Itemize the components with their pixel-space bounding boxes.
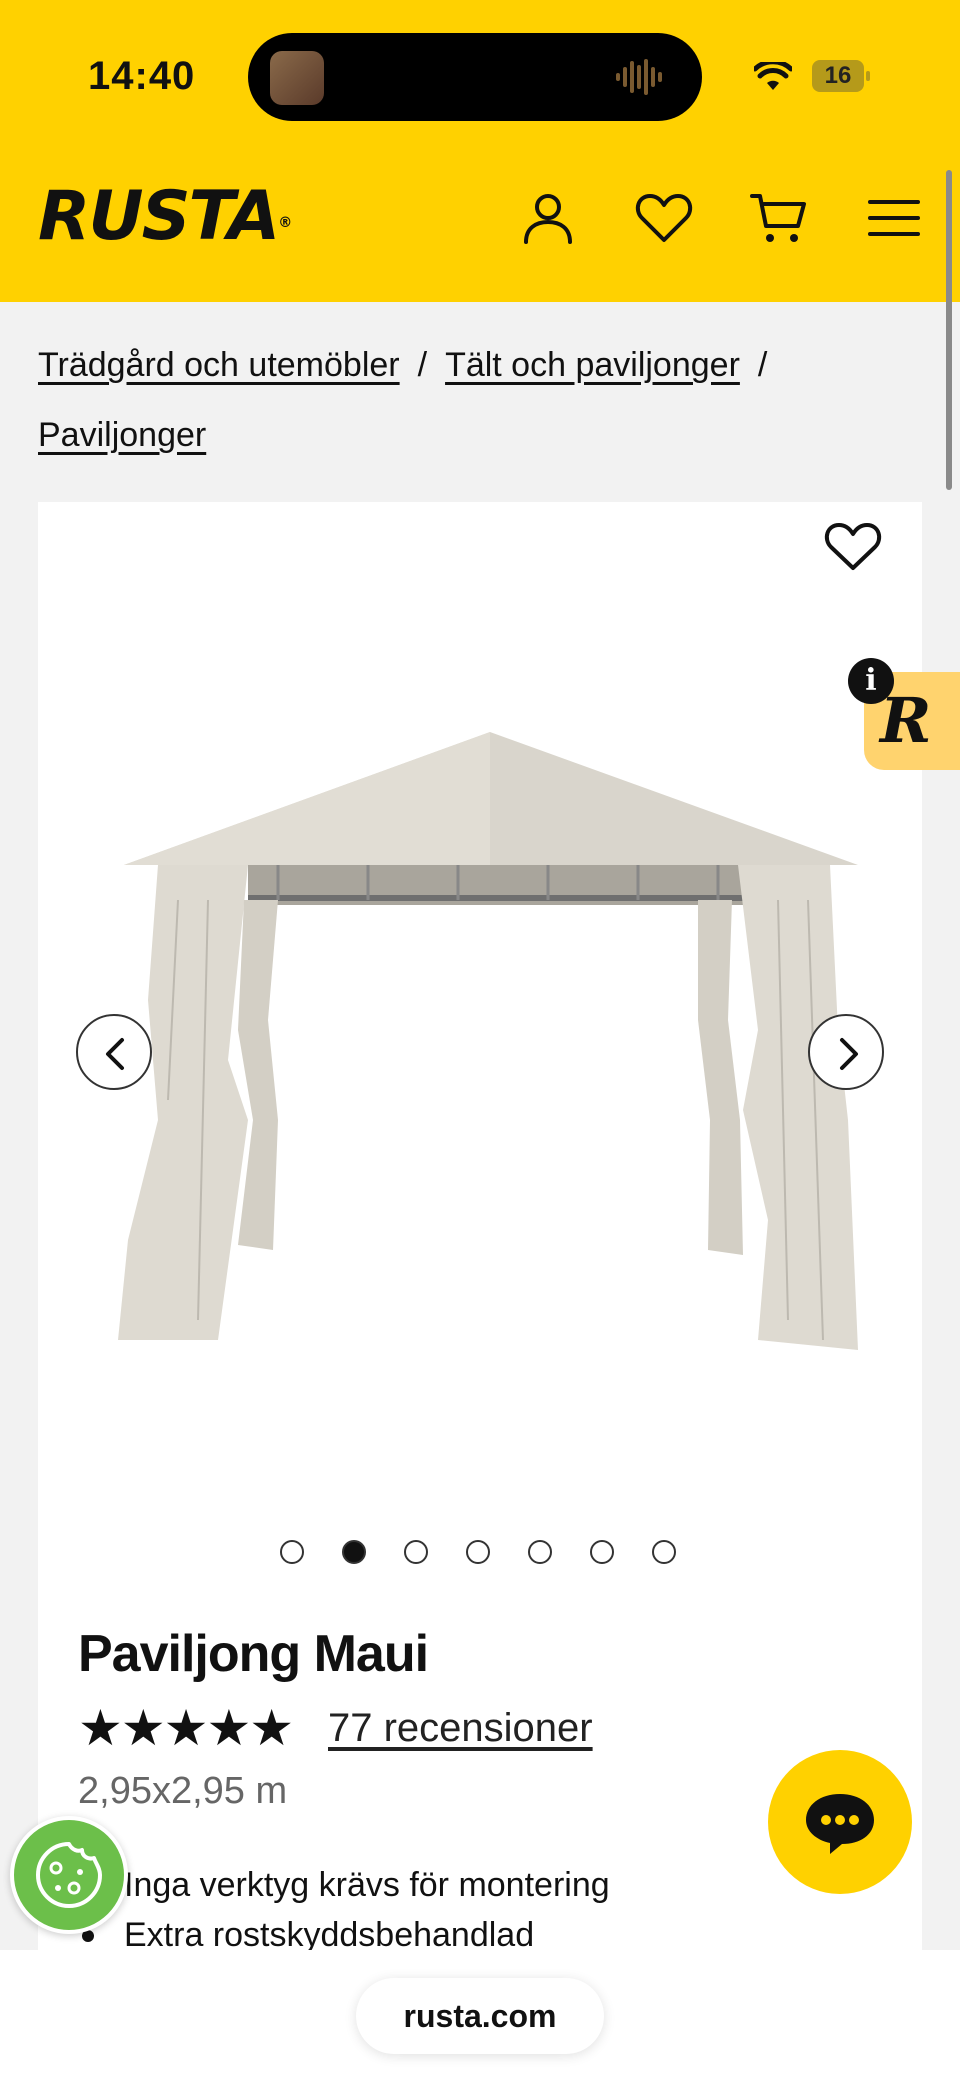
product-title: Paviljong Maui xyxy=(78,1625,429,1683)
cart-icon[interactable] xyxy=(748,188,808,248)
cookie-settings-button[interactable] xyxy=(10,1816,128,1934)
chevron-right-icon xyxy=(840,1038,858,1070)
heart-icon[interactable] xyxy=(634,188,694,248)
page-scrollbar[interactable] xyxy=(946,170,952,490)
dynamic-island xyxy=(248,33,702,121)
gallery-dot-active[interactable] xyxy=(342,1540,366,1564)
breadcrumb-tradgard[interactable]: Trädgård och utemöbler xyxy=(38,346,400,384)
gallery-dot[interactable] xyxy=(590,1540,614,1564)
rating-stars: ★★★★★ xyxy=(78,1700,294,1756)
feature-item: Inga verktyg krävs för montering xyxy=(78,1860,610,1910)
add-to-wishlist-heart-icon[interactable] xyxy=(824,520,882,572)
gallery-prev-button[interactable] xyxy=(76,1014,152,1090)
user-icon[interactable] xyxy=(518,188,578,248)
wifi-icon xyxy=(754,62,792,90)
logo-registered-mark: ® xyxy=(278,215,292,231)
product-size: 2,95x2,95 m xyxy=(78,1770,288,1812)
gallery-dot[interactable] xyxy=(528,1540,552,1564)
info-icon[interactable]: i xyxy=(848,658,894,704)
breadcrumb: Trädgård och utemöbler / Tält och paviljon… xyxy=(38,330,918,470)
header: 14:40 16 RUSTA® xyxy=(0,0,960,302)
gallery-pagination xyxy=(280,1540,676,1564)
reviews-link[interactable]: 77 recensioner xyxy=(328,1700,593,1756)
status-time: 14:40 xyxy=(88,54,196,98)
cookie-icon xyxy=(36,1842,102,1908)
product-image-gazebo[interactable] xyxy=(78,700,878,1380)
menu-icon[interactable] xyxy=(864,188,924,248)
breadcrumb-separator: / xyxy=(417,346,428,384)
gallery-dot[interactable] xyxy=(404,1540,428,1564)
gallery-dot[interactable] xyxy=(466,1540,490,1564)
gallery-dot[interactable] xyxy=(652,1540,676,1564)
battery-indicator: 16 xyxy=(812,60,870,92)
rusta-logo[interactable]: RUSTA® xyxy=(38,182,292,252)
now-playing-thumbnail xyxy=(270,51,324,105)
browser-url-pill[interactable]: rusta.com xyxy=(356,1978,604,2054)
gallery-dot[interactable] xyxy=(280,1540,304,1564)
product-features: Inga verktyg krävs för montering Extra r… xyxy=(78,1860,610,1960)
audio-wave-icon xyxy=(616,59,662,95)
breadcrumb-paviljonger[interactable]: Paviljonger xyxy=(38,416,206,454)
chat-bubble-icon xyxy=(806,1794,874,1854)
breadcrumb-separator: / xyxy=(757,346,768,384)
gallery-next-button[interactable] xyxy=(808,1014,884,1090)
logo-text: RUSTA xyxy=(38,177,280,256)
chat-button[interactable] xyxy=(768,1750,912,1894)
chevron-left-icon xyxy=(106,1038,124,1070)
breadcrumb-talt[interactable]: Tält och paviljonger xyxy=(445,346,740,384)
